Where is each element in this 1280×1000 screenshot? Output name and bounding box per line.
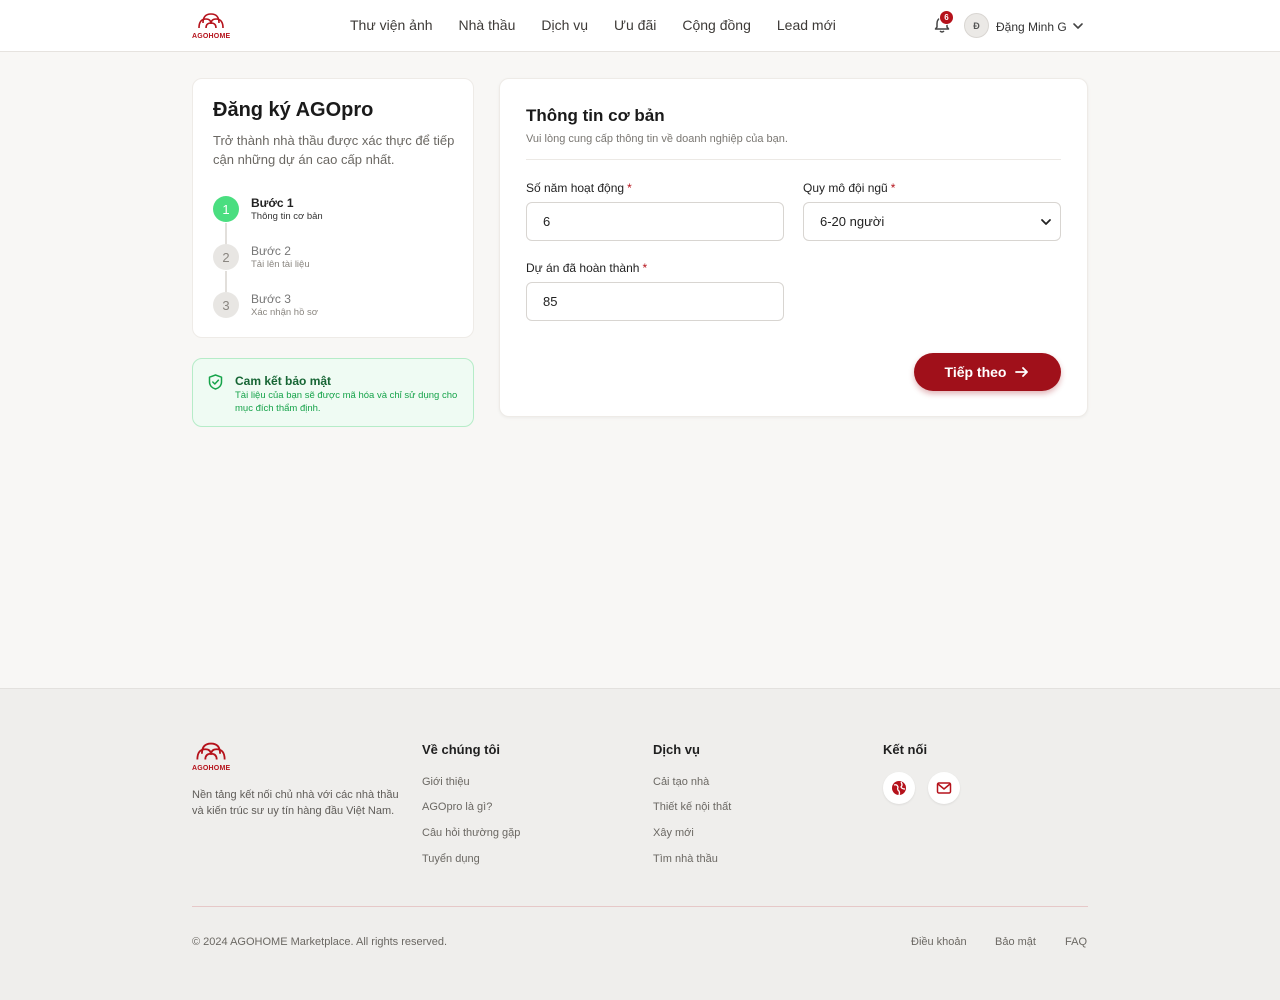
main-nav: Thư viện ảnh Nhà thầu Dịch vụ Ưu đãi Cộn… — [350, 17, 836, 33]
notification-badge: 6 — [939, 10, 954, 25]
arrow-right-icon — [1015, 367, 1029, 377]
website-button[interactable] — [883, 772, 915, 804]
chevron-down-icon[interactable] — [1071, 19, 1085, 33]
footer-link-find-contractor[interactable]: Tìm nhà thầu — [653, 853, 718, 865]
step-number: 3 — [213, 292, 239, 318]
footer-link-new-build[interactable]: Xây mới — [653, 827, 694, 839]
step-number: 2 — [213, 244, 239, 270]
agohome-logo-icon — [198, 13, 224, 29]
header-logo[interactable]: AGOHOME — [192, 10, 230, 40]
years-active-input[interactable] — [526, 202, 784, 241]
step-connector — [225, 223, 227, 245]
footer-link-interior[interactable]: Thiết kế nội thất — [653, 801, 731, 813]
footer-link-intro[interactable]: Giới thiệu — [422, 776, 470, 788]
footer-link-renovation[interactable]: Cải tạo nhà — [653, 776, 709, 788]
footer-link-privacy[interactable]: Bảo mật — [995, 936, 1036, 948]
nav-item-gallery[interactable]: Thư viện ảnh — [350, 17, 433, 33]
chevron-down-icon — [1041, 219, 1051, 225]
step-label: Bước 2 — [251, 244, 291, 258]
avatar[interactable]: Đ — [964, 13, 989, 38]
step-subtitle: Tải lên tài liệu — [251, 259, 310, 270]
user-name[interactable]: Đặng Minh G — [996, 20, 1067, 34]
nav-item-contractors[interactable]: Nhà thầu — [459, 17, 516, 33]
step-subtitle: Thông tin cơ bản — [251, 211, 323, 222]
years-active-label: Số năm hoạt động * — [526, 181, 632, 195]
next-button[interactable]: Tiếp theo — [914, 353, 1061, 391]
step-label: Bước 1 — [251, 196, 294, 210]
footer-link-terms[interactable]: Điều khoản — [911, 936, 967, 948]
footer-connect-title: Kết nối — [883, 742, 928, 757]
footer-link-agopro[interactable]: AGOpro là gì? — [422, 801, 492, 813]
step-connector — [225, 271, 227, 293]
team-size-select[interactable]: 6-20 người — [803, 202, 1061, 241]
required-mark: * — [627, 181, 632, 195]
footer-about-text: Nền tảng kết nối chủ nhà với các nhà thầ… — [192, 789, 399, 817]
globe-icon — [892, 781, 906, 796]
team-size-label: Quy mô đội ngũ * — [803, 181, 896, 195]
security-notice: Cam kết bảo mật Tài liệu của bạn sẽ được… — [192, 358, 474, 427]
nav-item-services[interactable]: Dịch vụ — [541, 17, 588, 33]
required-mark: * — [642, 261, 648, 275]
mail-icon — [936, 782, 952, 794]
footer-services-title: Dịch vụ — [653, 742, 700, 757]
step-subtitle: Xác nhận hồ sơ — [251, 307, 318, 318]
footer-link-careers[interactable]: Tuyển dụng — [422, 853, 480, 865]
site-footer: AGOHOME Nền tảng kết nối chủ nhà với các… — [0, 688, 1280, 1000]
page-description: Trở thành nhà thầu được xác thực để tiếp… — [213, 133, 455, 167]
team-size-value: 6-20 người — [820, 214, 885, 229]
form-title: Thông tin cơ bản — [526, 106, 665, 125]
nav-item-new-leads[interactable]: Lead mới — [777, 17, 836, 33]
security-text: Tài liệu của bạn sẽ được mã hóa và chỉ s… — [235, 390, 458, 414]
top-header: AGOHOME Thư viện ảnh Nhà thầu Dịch vụ Ưu… — [0, 0, 1280, 52]
nav-item-deals[interactable]: Ưu đãi — [614, 17, 656, 33]
registration-steps-card: Đăng ký AGOpro Trở thành nhà thầu được x… — [192, 78, 474, 338]
footer-divider — [192, 906, 1088, 907]
completed-projects-input[interactable] — [526, 282, 784, 321]
nav-item-community[interactable]: Cộng đồng — [682, 17, 751, 33]
footer-logo[interactable]: AGOHOME — [192, 739, 230, 772]
email-button[interactable] — [928, 772, 960, 804]
step-number: 1 — [213, 196, 239, 222]
required-mark: * — [890, 181, 896, 195]
copyright-text: © 2024 AGOHOME Marketplace. All rights r… — [192, 936, 448, 948]
form-description: Vui lòng cung cấp thông tin về doanh ngh… — [526, 133, 788, 145]
shield-check-icon — [208, 374, 223, 390]
logo-text: AGOHOME — [192, 33, 231, 40]
next-button-label: Tiếp theo — [944, 364, 1007, 380]
completed-projects-label: Dự án đã hoàn thành * — [526, 261, 648, 275]
agohome-logo-icon — [196, 742, 226, 760]
security-title: Cam kết bảo mật — [235, 374, 332, 388]
step-label: Bước 3 — [251, 292, 291, 306]
basic-info-form-card: Thông tin cơ bản Vui lòng cung cấp thông… — [499, 78, 1088, 417]
page-title: Đăng ký AGOpro — [213, 99, 374, 121]
logo-text: AGOHOME — [192, 765, 231, 772]
footer-link-faq-legal[interactable]: FAQ — [1065, 936, 1087, 948]
footer-link-faq[interactable]: Câu hỏi thường gặp — [422, 827, 520, 839]
form-divider — [526, 159, 1061, 160]
footer-about-title: Về chúng tôi — [422, 742, 500, 757]
